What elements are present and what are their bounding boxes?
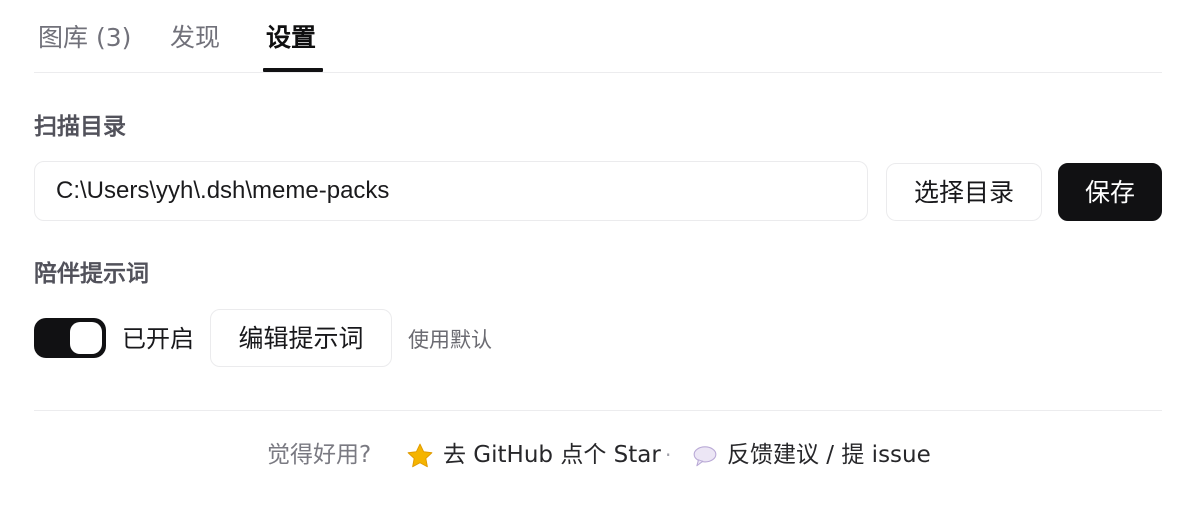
footer-divider — [34, 410, 1162, 411]
active-tab-indicator — [263, 68, 323, 72]
tab-bar: 图库 (3) 发现 设置 — [34, 0, 1162, 73]
choose-directory-button[interactable]: 选择目录 — [886, 163, 1042, 221]
tab-settings[interactable]: 设置 — [266, 22, 316, 54]
footer: 觉得好用? 去 GitHub 点个 Star · 反馈建议 / 提 issue — [0, 438, 1190, 472]
feedback-link[interactable]: 反馈建议 / 提 issue — [727, 440, 931, 470]
tab-discover[interactable]: 发现 — [170, 22, 220, 54]
toggle-status-label: 已开启 — [122, 325, 194, 353]
settings-page: 图库 (3) 发现 设置 扫描目录 选择目录 保存 陪伴提示词 已开启 编辑提示… — [0, 0, 1190, 512]
companion-prompt-heading: 陪伴提示词 — [34, 261, 149, 287]
use-default-link[interactable]: 使用默认 — [408, 326, 492, 354]
scan-directory-input[interactable] — [34, 161, 868, 221]
star-icon — [407, 443, 433, 468]
companion-prompt-toggle[interactable] — [34, 318, 106, 358]
choose-directory-label: 选择目录 — [913, 177, 1014, 207]
scan-directory-heading: 扫描目录 — [34, 114, 126, 140]
github-star-link[interactable]: 去 GitHub 点个 Star — [443, 440, 661, 470]
speech-bubble-icon — [693, 446, 717, 467]
save-button[interactable]: 保存 — [1058, 163, 1162, 221]
footer-separator: · — [665, 443, 672, 467]
save-label: 保存 — [1084, 177, 1135, 207]
toggle-knob — [70, 322, 102, 354]
edit-prompt-button[interactable]: 编辑提示词 — [210, 309, 392, 367]
footer-prompt-text: 觉得好用? — [267, 442, 372, 468]
tab-gallery[interactable]: 图库 (3) — [38, 22, 131, 54]
edit-prompt-label: 编辑提示词 — [238, 323, 364, 353]
